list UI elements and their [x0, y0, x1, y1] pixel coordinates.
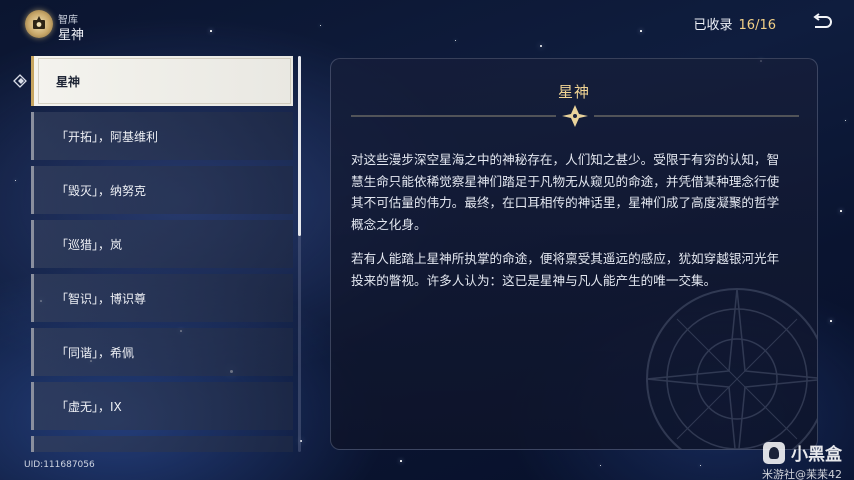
list-item-destruction[interactable]: 「毁灭」，纳努克	[31, 166, 293, 214]
star-dot	[640, 30, 642, 32]
collected-label: 已收录	[693, 18, 733, 33]
detail-title: 星神	[557, 83, 590, 101]
list-item-partial[interactable]	[31, 436, 293, 452]
list-item-trailblaze[interactable]: 「开拓」，阿基维利	[31, 112, 293, 160]
entry-list: 星神 「开拓」，阿基维利 「毁灭」，纳努克 「巡猎」，岚 「智识」，博识尊 「同…	[31, 56, 293, 452]
list-scrollbar[interactable]	[298, 56, 301, 452]
list-item-nihility[interactable]: 「虚无」，IX	[31, 382, 293, 430]
back-arrow-icon	[813, 13, 832, 28]
star-dot	[600, 465, 601, 466]
list-item-label: 「同谐」，希佩	[56, 345, 135, 360]
list-item-label: 星神	[56, 74, 81, 89]
list-item-label: 「虚无」，IX	[56, 399, 122, 414]
back-button[interactable]	[810, 12, 834, 34]
star-dot	[840, 210, 842, 212]
star-dot	[830, 320, 832, 322]
list-item-star-gods[interactable]: 星神	[31, 56, 293, 106]
page-title: 星神	[58, 28, 85, 43]
detail-panel: 星神 对这些漫步深空星海之中的神秘存在，人们知之甚少。受限于有穷的认知，智慧生命…	[330, 58, 818, 450]
scrollbar-thumb[interactable]	[298, 56, 301, 236]
list-item-label: 「巡猎」，岚	[56, 237, 123, 252]
star-dot	[845, 120, 846, 121]
watermark-brand: 小黑盒	[791, 445, 842, 465]
star-dot	[700, 465, 701, 466]
star-dot	[15, 180, 16, 181]
user-id: UID:111687056	[24, 460, 95, 470]
collected-count: 16/16	[738, 18, 776, 33]
detail-paragraph-1: 对这些漫步深空星海之中的神秘存在，人们知之甚少。受限于有穷的认知，智慧生命只能依…	[351, 152, 780, 232]
list-item-label: 「毁灭」，纳努克	[56, 183, 147, 198]
star-dot	[540, 45, 542, 47]
library-emblem-icon	[25, 10, 53, 38]
compass-emblem-icon	[646, 288, 817, 449]
list-item-erudition[interactable]: 「智识」，博识尊	[31, 274, 293, 322]
watermark-author: 米游社@苿苿42	[762, 468, 842, 480]
watermark: 小黑盒 米游社@苿苿42	[762, 440, 842, 480]
list-item-hunt[interactable]: 「巡猎」，岚	[31, 220, 293, 268]
selection-arrow-icon	[13, 74, 27, 88]
star-dot	[320, 25, 321, 26]
title-ornament-icon	[351, 105, 799, 127]
watermark-logo-icon	[763, 441, 785, 464]
star-dot	[210, 30, 212, 32]
list-item-label: 「开拓」，阿基维利	[56, 129, 159, 144]
collection-progress: 已收录 16/16	[694, 14, 776, 33]
star-dot	[400, 460, 402, 462]
list-item-label: 「智识」，博识尊	[56, 291, 147, 306]
detail-paragraph-2: 若有人能踏上星神所执掌的命途，便将禀受其遥远的感应，犹如穿越银河光年投来的瞥视。…	[351, 251, 780, 288]
star-dot	[455, 40, 456, 41]
list-item-harmony[interactable]: 「同谐」，希佩	[31, 328, 293, 376]
